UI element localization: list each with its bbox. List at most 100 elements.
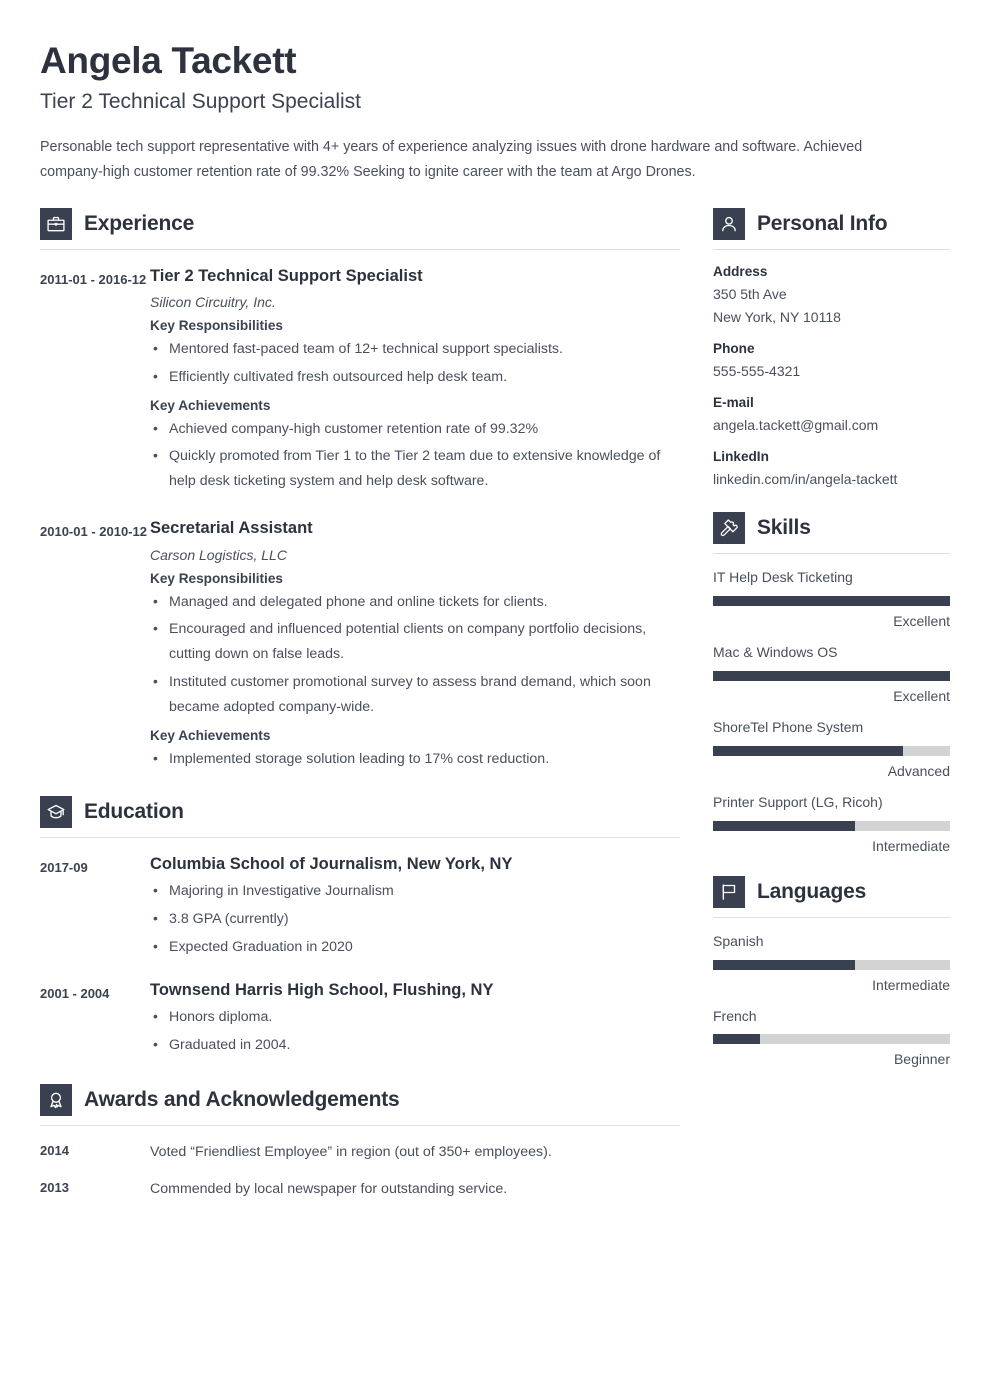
info-label-email: E-mail — [713, 394, 754, 410]
section-header-skills: Skills — [713, 512, 950, 555]
page-title: Angela Tackett — [40, 40, 297, 81]
section-header-education: Education — [40, 795, 680, 838]
section-title: Awards and Acknowledgements — [84, 1087, 400, 1111]
skill-item: Mac & Windows OS Excellent — [713, 643, 950, 704]
awards-entries: 2014 Voted “Friendliest Employee” in reg… — [40, 1143, 680, 1200]
info-value-address-line1: 350 5th Ave — [713, 285, 787, 302]
list-item: Honors diploma. — [150, 1004, 680, 1030]
section-languages: Languages Spanish Intermediate French Be… — [713, 875, 950, 1068]
job-title: Tier 2 Technical Support Specialist — [40, 90, 361, 114]
skill-bar-track — [713, 670, 950, 681]
list-item: Instituted customer promotional survey t… — [150, 669, 680, 720]
resume-header: Angela Tackett Tier 2 Technical Support … — [40, 40, 950, 186]
group-label: Key Responsibilities — [150, 317, 283, 333]
list-item: Managed and delegated phone and online t… — [150, 589, 680, 615]
award-year: 2014 — [40, 1142, 69, 1158]
section-header-personal-info: Personal Info — [713, 207, 950, 250]
entry-title: Secretarial Assistant — [150, 519, 313, 538]
info-value-phone: 555-555-4321 — [713, 362, 801, 379]
section-title: Experience — [84, 211, 195, 235]
languages-list: Spanish Intermediate French Beginner — [713, 932, 950, 1068]
bullet-list: Majoring in Investigative Journalism 3.8… — [150, 878, 680, 960]
skill-bar-fill — [713, 595, 950, 606]
section-title: Skills — [757, 516, 811, 540]
bullet-list: Achieved company-high customer retention… — [150, 416, 680, 495]
language-bar-fill — [713, 1034, 761, 1045]
info-value-linkedin[interactable]: linkedin.com/in/angela-tackett — [713, 468, 950, 490]
person-icon — [713, 207, 745, 240]
personal-info-fields: Address 350 5th Ave New York, NY 10118 P… — [713, 264, 950, 491]
education-entries: 2017-09 Columbia School of Journalism, N… — [40, 854, 680, 1058]
skill-level: Excellent — [893, 612, 950, 629]
skill-item: IT Help Desk Ticketing Excellent — [713, 568, 950, 629]
bullet-list: Managed and delegated phone and online t… — [150, 589, 680, 720]
skill-bar-track — [713, 820, 950, 831]
education-entry: 2017-09 Columbia School of Journalism, N… — [40, 854, 680, 960]
language-level: Beginner — [893, 1051, 950, 1068]
education-entry: 2001 - 2004 Townsend Harris High School,… — [40, 980, 680, 1058]
briefcase-icon — [40, 207, 72, 240]
skill-item: ShoreTel Phone System Advanced — [713, 718, 950, 779]
list-item: Encouraged and influenced potential clie… — [150, 616, 680, 667]
award-year: 2013 — [40, 1179, 69, 1195]
skill-bar-fill — [713, 670, 950, 681]
skill-name: ShoreTel Phone System — [713, 718, 864, 735]
experience-entries: 2011-01 - 2016-12 Tier 2 Technical Suppo… — [40, 266, 680, 772]
award-text: Commended by local newspaper for outstan… — [150, 1180, 508, 1197]
award-row: 2014 Voted “Friendliest Employee” in reg… — [40, 1143, 680, 1163]
entry-title: Columbia School of Journalism, New York,… — [150, 854, 513, 873]
bullet-list: Mentored fast-paced team of 12+ technica… — [150, 336, 680, 390]
list-item: Majoring in Investigative Journalism — [150, 878, 680, 904]
language-level: Intermediate — [872, 976, 950, 993]
info-label-linkedin: LinkedIn — [713, 448, 769, 464]
experience-entry: 2011-01 - 2016-12 Tier 2 Technical Suppo… — [40, 266, 680, 495]
group-label: Key Achievements — [150, 727, 271, 743]
skill-level: Intermediate — [872, 837, 950, 854]
entry-title: Tier 2 Technical Support Specialist — [150, 266, 423, 285]
experience-entry: 2010-01 - 2010-12 Secretarial Assistant … — [40, 518, 680, 772]
sidebar-column: Personal Info Address 350 5th Ave New Yo… — [713, 207, 950, 1068]
section-skills: Skills IT Help Desk Ticketing Excellent … — [713, 512, 950, 854]
info-value-address-line2: New York, NY 10118 — [713, 308, 841, 325]
skill-name: Printer Support (LG, Ricoh) — [713, 793, 883, 810]
skill-bar-fill — [713, 745, 903, 756]
bullet-list: Honors diploma. Graduated in 2004. — [150, 1004, 680, 1058]
language-bar-fill — [713, 959, 856, 970]
award-ribbon-icon — [40, 1083, 72, 1116]
flag-icon — [713, 875, 745, 908]
skill-level: Excellent — [893, 687, 950, 704]
entry-date: 2010-01 - 2010-12 — [40, 524, 147, 540]
list-item: 3.8 GPA (currently) — [150, 906, 680, 932]
entry-company: Carson Logistics, LLC — [150, 546, 287, 563]
list-item: Graduated in 2004. — [150, 1032, 680, 1058]
language-bar-track — [713, 1034, 950, 1045]
entry-date: 2017-09 — [40, 859, 88, 875]
skills-list: IT Help Desk Ticketing Excellent Mac & W… — [713, 568, 950, 854]
entry-company: Silicon Circuitry, Inc. — [150, 293, 276, 310]
list-item: Implemented storage solution leading to … — [150, 746, 680, 772]
award-text: Voted “Friendliest Employee” in region (… — [150, 1143, 552, 1160]
section-header-experience: Experience — [40, 207, 680, 250]
skill-name: IT Help Desk Ticketing — [713, 569, 853, 586]
main-column: Experience 2011-01 - 2016-12 Tier 2 Tech… — [40, 207, 680, 1200]
section-experience: Experience 2011-01 - 2016-12 Tier 2 Tech… — [40, 207, 680, 772]
award-row: 2013 Commended by local newspaper for ou… — [40, 1180, 680, 1200]
info-label-phone: Phone — [713, 340, 755, 356]
section-education: Education 2017-09 Columbia School of Jou… — [40, 795, 680, 1058]
language-bar-track — [713, 959, 950, 970]
entry-title: Townsend Harris High School, Flushing, N… — [150, 980, 494, 999]
info-label-address: Address — [713, 263, 768, 279]
puzzle-piece-icon — [713, 512, 745, 545]
section-title: Personal Info — [757, 211, 888, 235]
skill-bar-track — [713, 745, 950, 756]
section-awards: Awards and Acknowledgements 2014 Voted “… — [40, 1083, 680, 1200]
entry-date: 2011-01 - 2016-12 — [40, 271, 147, 287]
info-value-email[interactable]: angela.tackett@gmail.com — [713, 414, 950, 436]
skill-item: Printer Support (LG, Ricoh) Intermediate — [713, 793, 950, 854]
list-item: Efficiently cultivated fresh outsourced … — [150, 364, 680, 390]
resume-body: Experience 2011-01 - 2016-12 Tier 2 Tech… — [40, 207, 950, 1200]
language-name: French — [713, 1007, 757, 1024]
group-label: Key Achievements — [150, 397, 271, 413]
skill-bar-track — [713, 595, 950, 606]
graduation-cap-icon — [40, 795, 72, 828]
